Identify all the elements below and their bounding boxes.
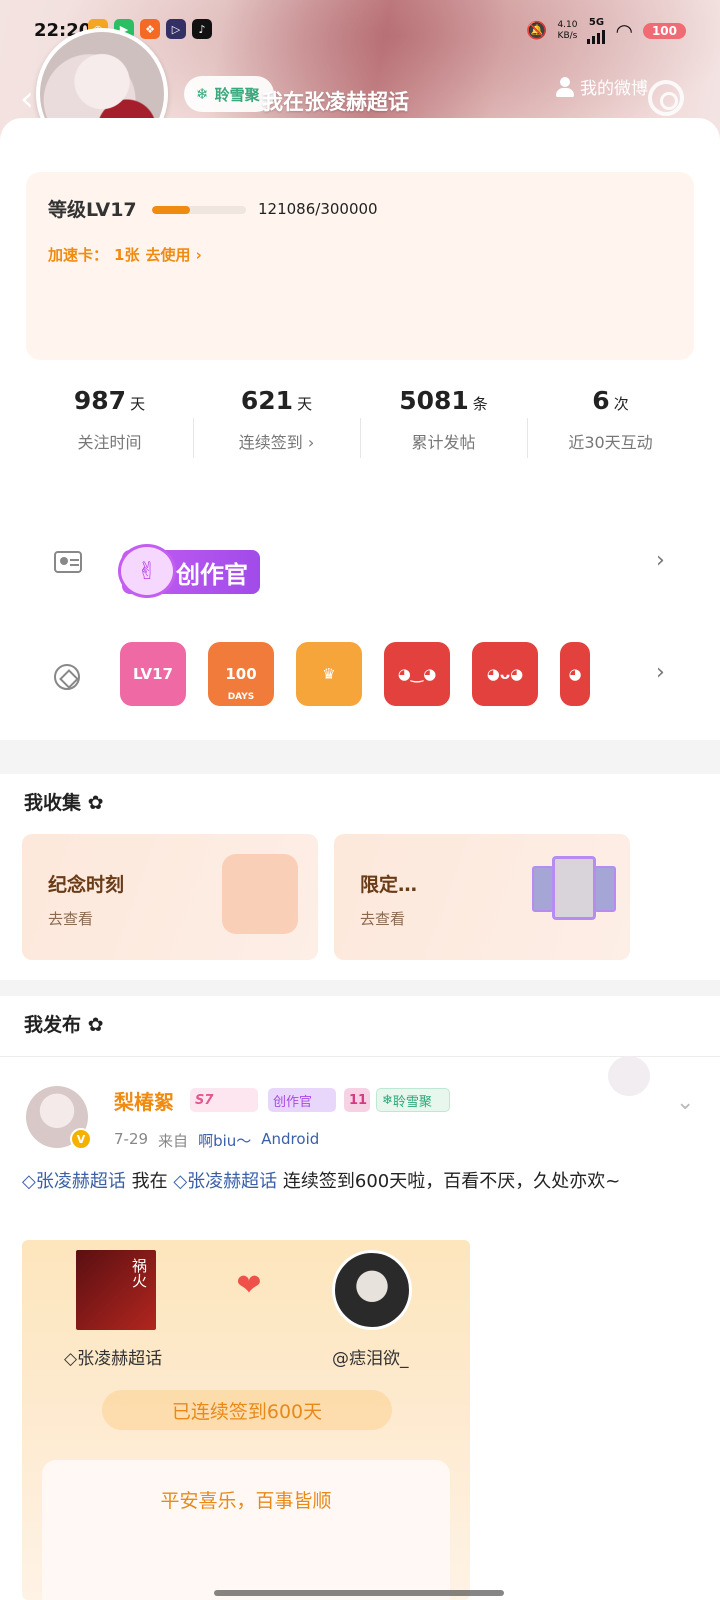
video-app-icon: ▷ bbox=[166, 19, 186, 39]
chevron-down-icon[interactable]: ⌄ bbox=[676, 1090, 694, 1115]
medal-outline-icon bbox=[54, 664, 80, 690]
posts-title: 我发布 ✿ bbox=[24, 1014, 104, 1036]
lv17-medal[interactable]: LV17 bbox=[120, 642, 186, 706]
verified-badge-icon: V bbox=[70, 1128, 92, 1150]
post-device: Android bbox=[261, 1130, 320, 1148]
collection-title: 我收集 ✿ bbox=[24, 792, 104, 814]
speed-card-link[interactable]: 加速卡： 1张 去使用 › bbox=[48, 244, 202, 265]
wifi-icon: ◠ bbox=[615, 19, 633, 43]
100-days-medal[interactable]: 100 DAYS bbox=[208, 642, 274, 706]
card-left-label: ◇张凌赫超话 bbox=[64, 1349, 163, 1369]
collection-card-limited[interactable]: 限定… 去查看 bbox=[334, 834, 630, 960]
topic-link[interactable]: ◇张凌赫超话 bbox=[173, 1171, 277, 1192]
card-right-label: @痣泪欲_ bbox=[332, 1349, 409, 1369]
calendar-heart-icon bbox=[222, 854, 298, 934]
level-tag[interactable]: 11 bbox=[344, 1088, 370, 1112]
cat-sticker-icon bbox=[608, 1056, 650, 1096]
divider bbox=[0, 1056, 720, 1057]
level-progress-fill bbox=[152, 206, 190, 214]
topic-fan-tag[interactable]: ❄ 聆雪聚 bbox=[184, 76, 274, 112]
post-content: ◇张凌赫超话 我在 ◇张凌赫超话 连续签到600天啦，百看不厌，久处亦欢~ bbox=[22, 1171, 621, 1192]
dragon-medal-3[interactable]: ◕ bbox=[560, 642, 590, 706]
shop-app-icon: ❖ bbox=[140, 19, 160, 39]
post-author-name[interactable]: 梨椿絮 bbox=[114, 1086, 174, 1115]
collection-card-moments[interactable]: 纪念时刻 去查看 bbox=[22, 834, 318, 960]
id-card-icon bbox=[54, 551, 82, 573]
fan-group-tag[interactable]: ❄ 聆雪聚 bbox=[376, 1088, 450, 1112]
dragon-medal-1[interactable]: ◕‿◕ bbox=[384, 642, 450, 706]
network-speed: 4.10 KB/s bbox=[557, 20, 578, 41]
mute-bell-icon: 🔕 bbox=[526, 21, 548, 41]
level-progress-text: 121086/300000 bbox=[258, 200, 378, 218]
stat-total-posts: 5081 条 累计发帖 bbox=[360, 386, 527, 476]
crown-medal[interactable]: ♛ bbox=[296, 642, 362, 706]
stat-interactions: 6次 近30天互动 bbox=[527, 386, 694, 476]
photo-card-icon bbox=[552, 856, 596, 920]
creator-badge[interactable]: ✌ 创作官 bbox=[118, 544, 260, 598]
snowflake-icon: ❄ bbox=[382, 1092, 393, 1108]
stats-row: 987 天 关注时间 621 天 连续签到 › 5081 条 累计发帖 6次 近30天… bbox=[26, 386, 694, 476]
page-title: 我在张凌赫超话 bbox=[262, 90, 409, 114]
post-source: 啊biu～ bbox=[198, 1132, 252, 1150]
photo-card-icon bbox=[594, 866, 616, 912]
stat-checkin-streak[interactable]: 621 天 连续签到 › bbox=[193, 386, 360, 476]
streak-pill: 已连续签到600天 bbox=[102, 1390, 392, 1430]
chevron-right-icon[interactable]: › bbox=[656, 548, 665, 573]
photo-card-icon bbox=[532, 866, 554, 912]
poster-image: 祸火 bbox=[76, 1250, 156, 1330]
chevron-right-icon[interactable]: › bbox=[656, 660, 665, 685]
level-label: 等级LV17 bbox=[48, 199, 137, 221]
settings-gear-icon[interactable] bbox=[648, 80, 684, 116]
status-right: 🔕 4.10 KB/s 5G ◠ 100 bbox=[526, 18, 686, 44]
stat-follow-days: 987 天 关注时间 bbox=[73, 386, 146, 452]
heart-icon: ❤ bbox=[236, 1268, 262, 1303]
dragon-medal-2[interactable]: ◕ᴗ◕ bbox=[472, 642, 538, 706]
my-weibo-link[interactable]: 我的微博 bbox=[556, 74, 648, 99]
creator-tag[interactable]: 创作官 bbox=[268, 1088, 336, 1112]
clover-icon: ✿ bbox=[87, 792, 104, 814]
battery-indicator: 100 bbox=[642, 23, 686, 39]
wish-card: 平安喜乐，百事皆顺 bbox=[42, 1460, 450, 1600]
tiktok-app-icon: ♪ bbox=[192, 19, 212, 39]
checkin-share-card[interactable]: 祸火 ❤ ◇张凌赫超话 @痣泪欲_ 已连续签到600天 平安喜乐，百事皆顺 bbox=[22, 1240, 470, 1600]
post-meta: 7-29 来自 啊biu～ Android bbox=[114, 1130, 320, 1150]
creator-logo-icon: ✌ bbox=[118, 544, 176, 598]
cell-signal-icon: 5G bbox=[587, 18, 606, 44]
user-avatar bbox=[332, 1250, 412, 1330]
level-progress-bar bbox=[152, 206, 246, 214]
back-icon[interactable]: ‹ bbox=[20, 82, 34, 116]
topic-link[interactable]: ◇张凌赫超话 bbox=[22, 1171, 126, 1192]
user-icon bbox=[556, 76, 574, 97]
snowflake-icon: ❄ bbox=[196, 85, 209, 103]
home-indicator[interactable] bbox=[214, 1590, 504, 1596]
s7-badge[interactable]: S7 bbox=[190, 1088, 258, 1112]
clover-icon: ✿ bbox=[87, 1014, 104, 1036]
